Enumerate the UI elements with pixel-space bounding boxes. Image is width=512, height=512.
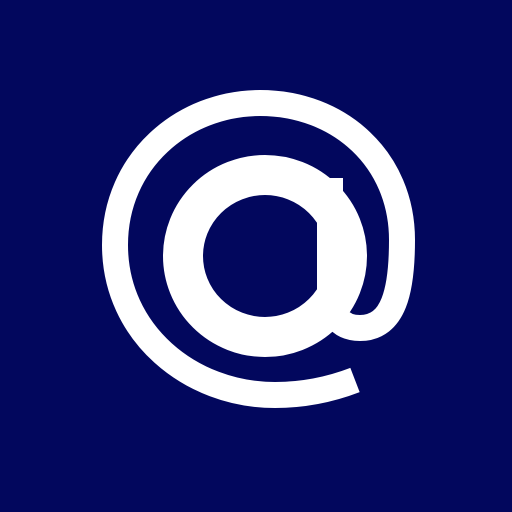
at-sign-icon — [102, 90, 415, 408]
app-icon-tile — [0, 0, 512, 512]
